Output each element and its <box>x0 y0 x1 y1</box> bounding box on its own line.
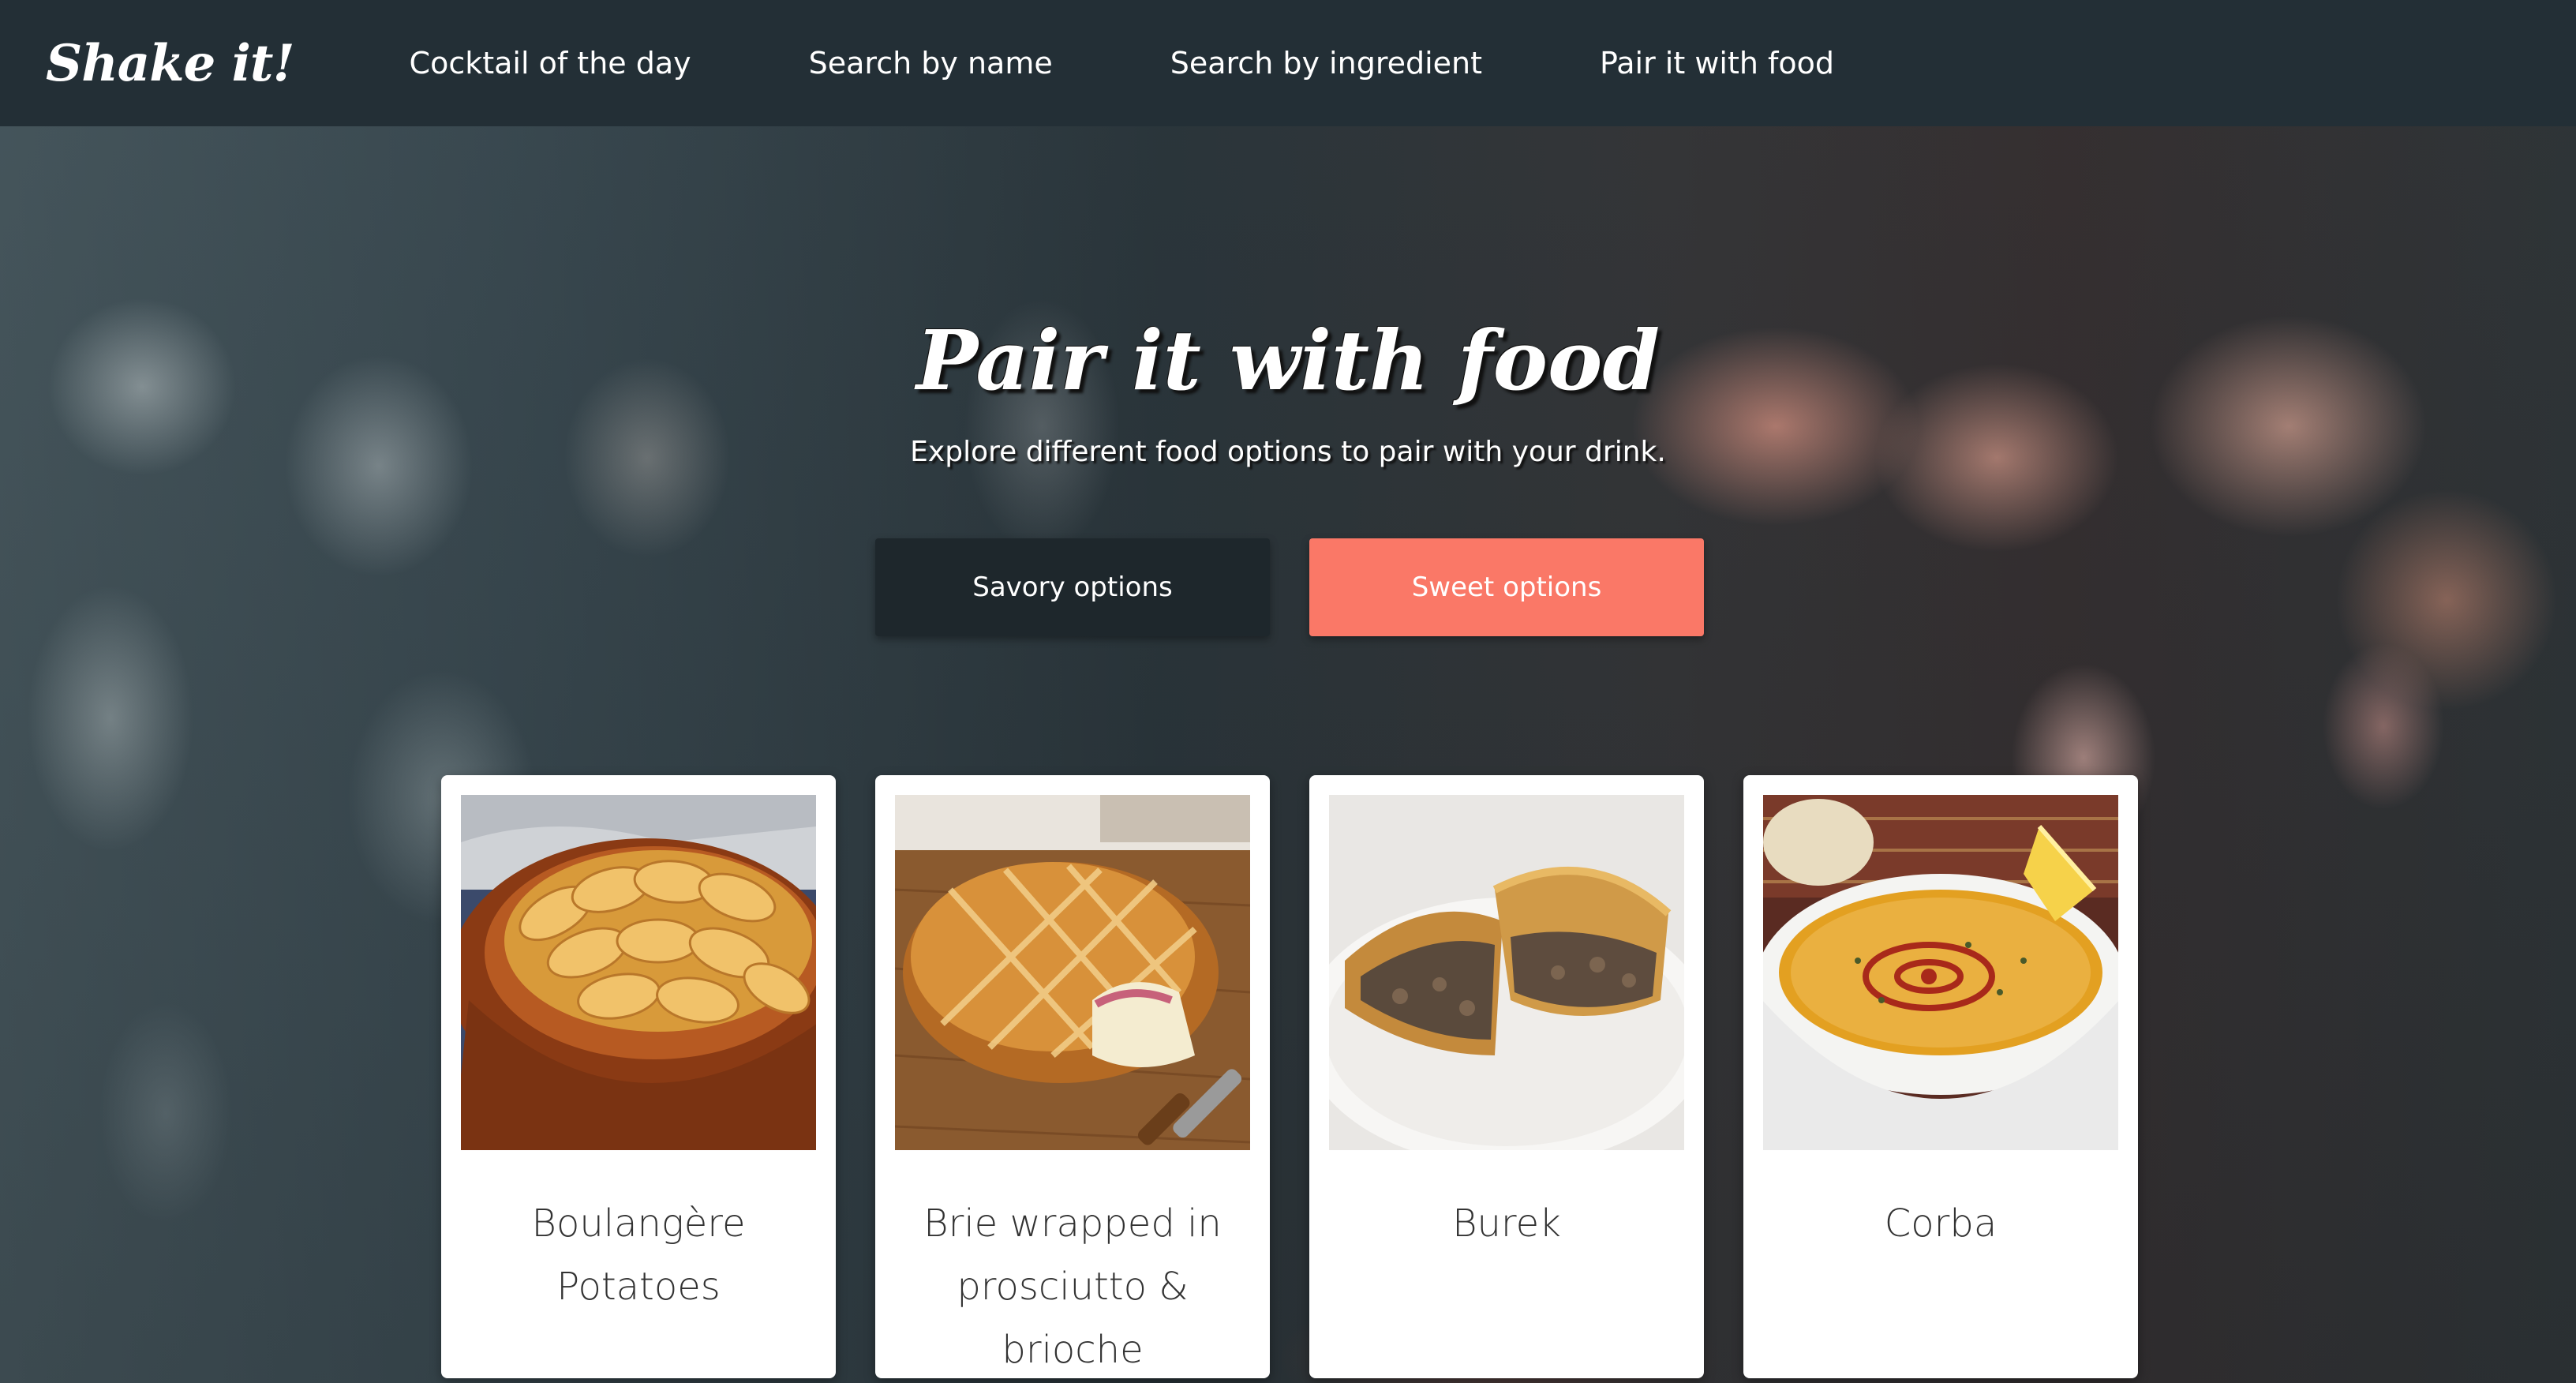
food-card-title: Brie wrapped in prosciutto & brioche <box>923 1201 1222 1372</box>
food-card-title: Burek <box>1452 1201 1561 1246</box>
savory-options-button[interactable]: Savory options <box>875 538 1270 636</box>
food-card-corba[interactable]: Corba <box>1743 775 2138 1378</box>
food-image-boulangere-potatoes <box>461 795 816 1150</box>
food-image-brie-prosciutto-brioche <box>895 795 1250 1150</box>
page-subtitle: Explore different food options to pair w… <box>910 436 1666 468</box>
brand-logo[interactable]: Shake it! <box>46 34 295 93</box>
food-card-title: Boulangère Potatoes <box>531 1201 746 1309</box>
brie-brioche-illustration <box>895 795 1250 1150</box>
nav-link-cocktail-of-the-day[interactable]: Cocktail of the day <box>410 46 691 81</box>
nav-link-search-by-name[interactable]: Search by name <box>809 46 1053 81</box>
potatoes-gratin-illustration <box>461 795 816 1150</box>
food-card-boulangere-potatoes[interactable]: Boulangère Potatoes <box>441 775 836 1378</box>
page-title: Pair it with food <box>915 311 1661 409</box>
food-card-title: Corba <box>1884 1201 1998 1246</box>
food-card-brie-prosciutto-brioche[interactable]: Brie wrapped in prosciutto & brioche <box>875 775 1270 1378</box>
food-image-corba <box>1763 795 2118 1150</box>
top-navbar: Shake it! Cocktail of the day Search by … <box>0 0 2576 126</box>
corba-soup-illustration <box>1763 795 2118 1150</box>
nav-link-search-by-ingredient[interactable]: Search by ingredient <box>1170 46 1482 81</box>
burek-illustration <box>1329 795 1684 1150</box>
nav-link-pair-it-with-food[interactable]: Pair it with food <box>1600 46 1834 81</box>
sweet-options-button[interactable]: Sweet options <box>1309 538 1704 636</box>
food-card-burek[interactable]: Burek <box>1309 775 1704 1378</box>
food-image-burek <box>1329 795 1684 1150</box>
